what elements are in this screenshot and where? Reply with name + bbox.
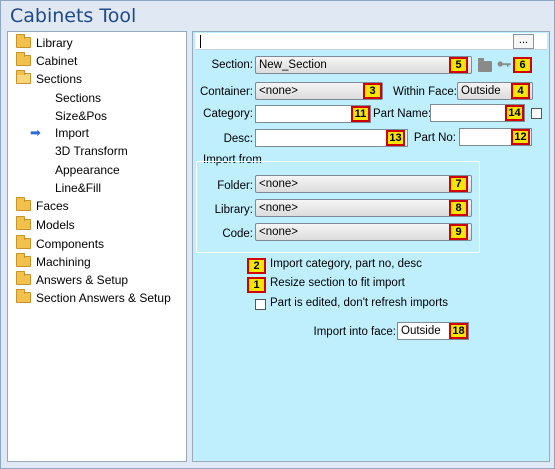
- callout-badge[interactable]: 1: [247, 277, 266, 293]
- tree-item-3d-transform[interactable]: 3D Transform: [55, 142, 128, 160]
- callout-badge: 3: [363, 83, 382, 99]
- tree-item-label: Machining: [36, 255, 91, 269]
- callout-badge: 12: [511, 129, 530, 145]
- library-dropdown[interactable]: <none>: [255, 199, 472, 217]
- folder-icon: [16, 52, 31, 66]
- tree-item-label: Line&Fill: [55, 181, 102, 195]
- callout-badge: 9: [449, 224, 468, 240]
- tree-item-size-pos[interactable]: Size&Pos: [55, 107, 107, 125]
- cabinets-tool-window: Cabinets Tool Library Cabinet Sections S…: [0, 0, 555, 469]
- library-label: Library:: [214, 204, 253, 216]
- callout-badge: 7: [449, 176, 468, 192]
- title-bar: Cabinets Tool: [1, 1, 554, 31]
- section-dropdown[interactable]: New_Section: [255, 56, 472, 74]
- tree-item-appearance[interactable]: Appearance: [55, 161, 120, 179]
- folder-icon[interactable]: [478, 58, 492, 72]
- folder-icon: [16, 271, 31, 285]
- resize-section-option[interactable]: Resize section to fit import: [270, 277, 405, 289]
- part-no-label: Part No:: [413, 132, 456, 144]
- text-cursor: [200, 35, 201, 48]
- path-input[interactable]: ...: [195, 33, 547, 50]
- part-edited-checkbox[interactable]: [255, 299, 266, 310]
- part-name-checkbox[interactable]: [531, 108, 542, 119]
- folder-label: Folder:: [217, 180, 253, 192]
- callout-badge: 5: [449, 57, 468, 73]
- callout-badge: 14: [505, 105, 524, 121]
- within-face-value: Outside: [461, 85, 501, 97]
- import-panel: ... Section: New_Section 5 6 Container: …: [192, 31, 550, 462]
- folder-dropdown[interactable]: <none>: [255, 175, 472, 193]
- tree-item-label: Cabinet: [36, 54, 78, 68]
- folder-icon: [16, 235, 31, 249]
- code-dropdown[interactable]: <none>: [255, 223, 472, 241]
- tree-item-label: Sections: [36, 72, 83, 86]
- key-icon[interactable]: [495, 61, 513, 67]
- import-into-face-label: Import into face:: [313, 326, 396, 338]
- arrow-right-icon: ➡: [30, 125, 41, 140]
- folder-icon: [16, 197, 31, 211]
- code-label: Code:: [222, 228, 253, 240]
- window-title: Cabinets Tool: [10, 5, 137, 27]
- folder-icon: [16, 34, 31, 48]
- desc-label: Desc:: [223, 133, 253, 145]
- browse-button[interactable]: ...: [513, 34, 534, 49]
- callout-badge: 11: [351, 106, 370, 122]
- tree-item-label: Section Answers & Setup: [36, 291, 171, 305]
- callout-badge: 6: [513, 57, 532, 73]
- callout-badge: 18: [449, 323, 468, 339]
- folder-icon: [16, 216, 31, 230]
- section-label: Section:: [211, 59, 253, 71]
- tree-item-sections-child[interactable]: Sections: [55, 89, 101, 107]
- code-value: <none>: [259, 226, 299, 238]
- folder-icon: [16, 289, 31, 303]
- container-value: <none>: [259, 85, 299, 97]
- tree-item-label: Faces: [36, 199, 69, 213]
- tree-item-label: Models: [36, 218, 75, 232]
- import-category-option[interactable]: Import category, part no, desc: [270, 258, 422, 270]
- navigation-tree: Library Cabinet Sections Sections Size&P…: [7, 31, 187, 462]
- tree-item-line-fill[interactable]: Line&Fill: [55, 179, 101, 197]
- folder-icon: [16, 253, 31, 267]
- tree-item-label: Library: [36, 36, 73, 50]
- tree-item-label: Size&Pos: [55, 109, 108, 123]
- tree-item-label: Import: [55, 126, 90, 140]
- folder-value: <none>: [259, 178, 299, 190]
- container-label: Container:: [199, 86, 253, 98]
- tree-item-label: Sections: [55, 91, 102, 105]
- tree-item-import[interactable]: ➡ Import: [8, 124, 186, 142]
- tree-item-label: 3D Transform: [55, 144, 128, 158]
- import-into-face-value: Outside: [401, 325, 441, 337]
- section-value: New_Section: [259, 59, 327, 71]
- callout-badge: 4: [511, 83, 530, 99]
- callout-badge: 8: [449, 200, 468, 216]
- part-name-label: Part Name:: [373, 108, 432, 120]
- folder-open-icon: [16, 70, 31, 84]
- library-value: <none>: [259, 202, 299, 214]
- tree-item-label: Appearance: [55, 163, 120, 177]
- callout-badge: 13: [386, 130, 405, 146]
- part-edited-label: Part is edited, don't refresh imports: [270, 297, 448, 309]
- callout-badge[interactable]: 2: [247, 258, 266, 274]
- tree-item-label: Answers & Setup: [36, 273, 129, 287]
- tree-item-label: Components: [36, 237, 105, 251]
- within-face-label: Within Face:: [393, 86, 457, 98]
- category-label: Category:: [203, 108, 253, 120]
